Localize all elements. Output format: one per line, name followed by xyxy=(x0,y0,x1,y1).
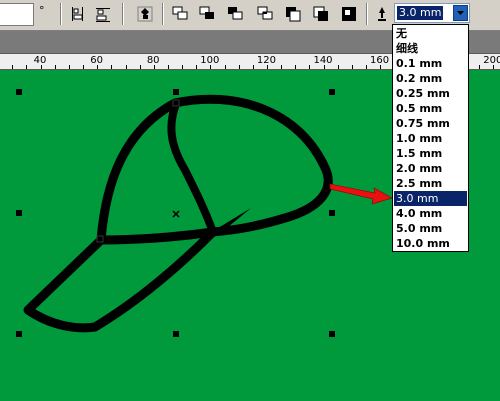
outline-width-value: 3.0 mm xyxy=(395,5,445,21)
ruler-minor-tick xyxy=(97,65,98,69)
toolbar-separator xyxy=(122,3,124,25)
dropdown-option[interactable]: 1.5 mm xyxy=(394,146,467,161)
ruler-minor-tick xyxy=(210,65,211,69)
ruler-minor-tick xyxy=(253,65,254,69)
ruler-minor-tick xyxy=(225,65,226,69)
ruler-minor-tick xyxy=(324,65,325,69)
dropdown-option[interactable]: 5.0 mm xyxy=(394,221,467,236)
ruler-minor-tick xyxy=(140,65,141,69)
ruler-minor-tick xyxy=(309,65,310,69)
cap-visor-outline[interactable] xyxy=(23,228,217,333)
toolbar-separator xyxy=(162,3,164,25)
outline-pen-icon[interactable] xyxy=(372,4,392,24)
ruler-minor-tick xyxy=(12,65,13,69)
front-minus-back-icon[interactable] xyxy=(283,4,303,24)
ruler-label: 40 xyxy=(33,55,47,66)
dropdown-option[interactable]: 0.75 mm xyxy=(394,116,467,131)
create-boundary-icon[interactable] xyxy=(339,4,359,24)
ruler-minor-tick xyxy=(338,65,339,69)
degree-symbol: ° xyxy=(39,4,45,17)
ruler-minor-tick xyxy=(154,65,155,69)
outline-width-dropdown[interactable]: 无细线 0.1 mm 0.2 mm 0.25 mm 0.5 mm 0.75 mm 1.0 m… xyxy=(392,24,469,252)
shape-intersect-icon[interactable] xyxy=(225,4,245,24)
ruler-minor-tick xyxy=(168,65,169,69)
ruler-minor-tick xyxy=(493,65,494,69)
shape-trim-icon[interactable] xyxy=(197,4,217,24)
ruler-minor-tick xyxy=(55,65,56,69)
align-distribute-icon[interactable] xyxy=(68,4,88,24)
ruler-minor-tick xyxy=(126,65,127,69)
rotation-center-mark[interactable] xyxy=(172,210,180,218)
dropdown-option[interactable]: 3.0 mm xyxy=(394,191,467,206)
outline-width-select[interactable]: 3.0 mm xyxy=(394,3,470,23)
dropdown-option[interactable]: 0.1 mm xyxy=(394,56,467,71)
dropdown-option[interactable]: 细线 xyxy=(394,41,467,56)
dropdown-option[interactable]: 2.0 mm xyxy=(394,161,467,176)
ruler-minor-tick xyxy=(267,65,268,69)
ruler-minor-tick xyxy=(352,65,353,69)
rotation-angle-input[interactable] xyxy=(0,3,34,26)
ruler-minor-tick xyxy=(281,65,282,69)
ruler-minor-tick xyxy=(239,65,240,69)
toolbar-separator xyxy=(366,3,368,25)
dropdown-option[interactable]: 0.25 mm xyxy=(394,86,467,101)
shape-simplify-icon[interactable] xyxy=(255,4,275,24)
ruler-minor-tick xyxy=(182,65,183,69)
dropdown-option[interactable]: 10.0 mm xyxy=(394,236,467,251)
ruler-minor-tick xyxy=(380,65,381,69)
shape-weld-icon[interactable] xyxy=(170,4,190,24)
ruler-minor-tick xyxy=(479,65,480,69)
ruler-minor-tick xyxy=(366,65,367,69)
convert-to-curves-icon[interactable] xyxy=(135,4,155,24)
cap-crown-outline[interactable] xyxy=(96,94,333,245)
back-minus-front-icon[interactable] xyxy=(311,4,331,24)
ruler-minor-tick xyxy=(196,65,197,69)
dropdown-option[interactable]: 0.2 mm xyxy=(394,71,467,86)
ruler-minor-tick xyxy=(83,65,84,69)
ruler-minor-tick xyxy=(295,65,296,69)
chevron-down-icon[interactable] xyxy=(453,5,468,21)
red-arrow-icon xyxy=(329,183,393,205)
ruler-label: 140 xyxy=(313,55,333,66)
ruler-minor-tick xyxy=(69,65,70,69)
dropdown-option[interactable]: 4.0 mm xyxy=(394,206,467,221)
ruler-minor-tick xyxy=(26,65,27,69)
dropdown-option[interactable]: 2.5 mm xyxy=(394,176,467,191)
toolbar-separator xyxy=(60,3,62,25)
ruler-minor-tick xyxy=(41,65,42,69)
dropdown-option[interactable]: 无 xyxy=(394,26,467,41)
dropdown-option[interactable]: 1.0 mm xyxy=(394,131,467,146)
ruler-minor-tick xyxy=(111,65,112,69)
align-horizontal-icon[interactable] xyxy=(93,4,113,24)
ruler-label: 200 xyxy=(483,55,500,66)
dropdown-option[interactable]: 0.5 mm xyxy=(394,101,467,116)
